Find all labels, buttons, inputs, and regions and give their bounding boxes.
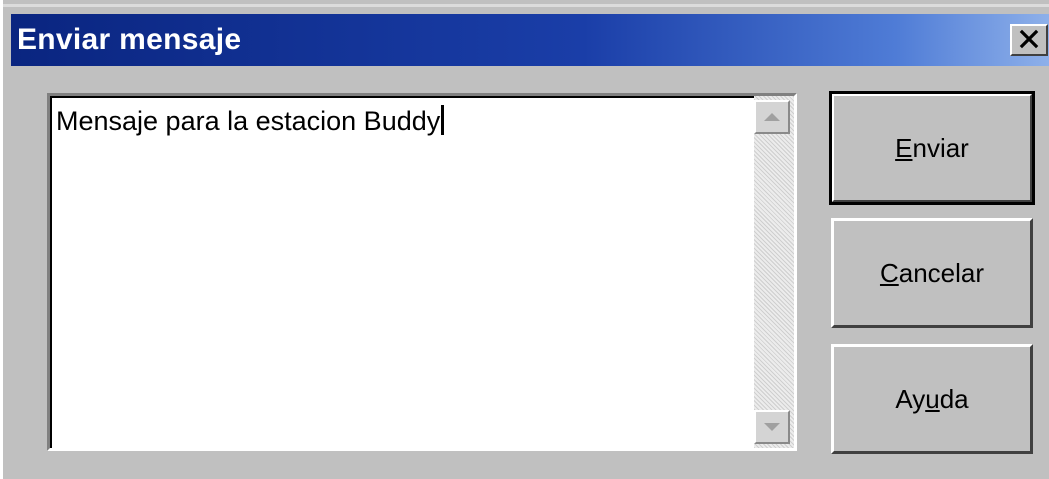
send-button-label: Enviar bbox=[895, 132, 969, 163]
message-text[interactable]: Mensaje para la estacion Buddy bbox=[56, 104, 445, 138]
arrow-down-icon bbox=[764, 423, 780, 431]
cancel-button-label: Cancelar bbox=[879, 257, 985, 288]
send-button[interactable]: Enviar bbox=[829, 91, 1035, 205]
textarea-inner-border bbox=[50, 96, 794, 448]
close-icon bbox=[1019, 26, 1039, 54]
arrow-up-icon bbox=[764, 113, 780, 121]
dialog-window: Enviar mensaje Mensaje para la estacion … bbox=[0, 0, 1049, 479]
scroll-up-button[interactable] bbox=[754, 100, 790, 134]
scroll-down-button[interactable] bbox=[754, 410, 790, 444]
help-button[interactable]: Ayuda bbox=[831, 344, 1033, 454]
help-button-label: Ayuda bbox=[895, 383, 969, 414]
close-button[interactable] bbox=[1010, 24, 1048, 56]
text-caret bbox=[441, 105, 445, 135]
message-textarea[interactable]: Mensaje para la estacion Buddy bbox=[47, 93, 797, 451]
parent-window-edge bbox=[3, 0, 1049, 12]
cancel-button[interactable]: Cancelar bbox=[831, 218, 1033, 328]
vertical-scrollbar[interactable] bbox=[754, 96, 794, 448]
window-title: Enviar mensaje bbox=[17, 23, 242, 56]
message-text-content: Mensaje para la estacion Buddy bbox=[56, 106, 441, 136]
title-bar[interactable]: Enviar mensaje bbox=[11, 14, 1049, 66]
